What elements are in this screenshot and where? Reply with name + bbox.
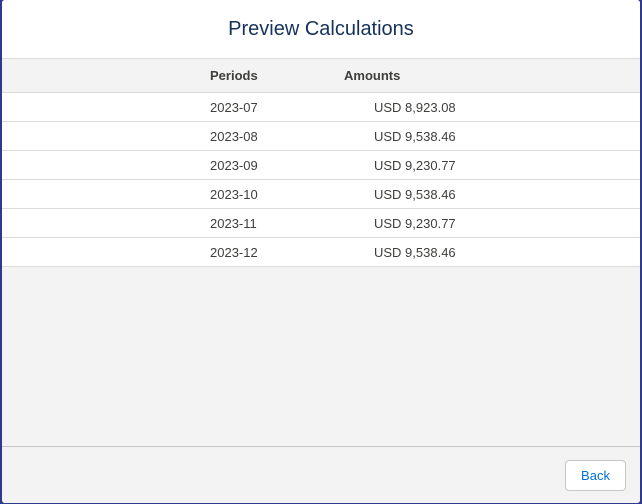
table-row: 2023-12 USD 9,538.46: [2, 238, 640, 267]
period-cell: 2023-10: [210, 187, 258, 202]
period-cell: 2023-09: [210, 158, 258, 173]
amount-cell: USD 9,538.46: [374, 129, 456, 144]
table-header: Periods Amounts: [2, 59, 640, 93]
amount-cell: USD 8,923.08: [374, 100, 456, 115]
modal-header: Preview Calculations: [2, 0, 640, 59]
column-header-periods: Periods: [210, 68, 258, 83]
table-row: 2023-10 USD 9,538.46: [2, 180, 640, 209]
table-body: 2023-07 USD 8,923.08 2023-08 USD 9,538.4…: [2, 93, 640, 267]
period-cell: 2023-11: [210, 216, 257, 231]
period-cell: 2023-12: [210, 245, 258, 260]
table-row: 2023-11 USD 9,230.77: [2, 209, 640, 238]
modal-title: Preview Calculations: [228, 17, 414, 40]
period-cell: 2023-08: [210, 129, 258, 144]
amount-cell: USD 9,230.77: [374, 216, 456, 231]
column-header-amounts: Amounts: [344, 68, 401, 83]
period-cell: 2023-07: [210, 100, 258, 115]
amount-cell: USD 9,538.46: [374, 245, 456, 260]
back-button[interactable]: Back: [565, 460, 626, 491]
table-row: 2023-08 USD 9,538.46: [2, 122, 640, 151]
amount-cell: USD 9,230.77: [374, 158, 456, 173]
table-row: 2023-07 USD 8,923.08: [2, 93, 640, 122]
preview-calculations-modal: Preview Calculations Periods Amounts 202…: [2, 0, 640, 503]
table-row: 2023-09 USD 9,230.77: [2, 151, 640, 180]
modal-footer: Back: [2, 446, 640, 503]
amount-cell: USD 9,538.46: [374, 187, 456, 202]
calculations-table: Periods Amounts 2023-07 USD 8,923.08 202…: [2, 59, 640, 267]
